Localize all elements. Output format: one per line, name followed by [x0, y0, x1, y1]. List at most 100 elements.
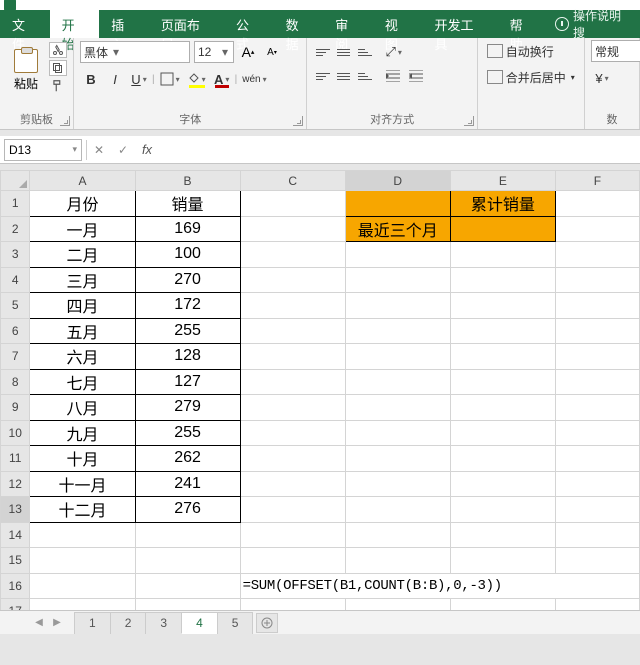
sheet-tab-1[interactable]: 1 — [74, 612, 111, 634]
cell-A14[interactable] — [30, 522, 135, 548]
sheet-nav-next[interactable]: ▶ — [48, 614, 66, 632]
cell-D8[interactable] — [345, 369, 450, 395]
cell-F1[interactable] — [555, 191, 639, 217]
copy-button[interactable] — [49, 60, 67, 76]
col-header-E[interactable]: E — [450, 171, 555, 191]
wrap-text-button[interactable]: 自动换行 — [484, 40, 578, 62]
cell-D12[interactable] — [345, 471, 450, 497]
cell-F2[interactable] — [555, 216, 639, 242]
sheet-tab-5[interactable]: 5 — [217, 612, 254, 634]
col-header-D[interactable]: D — [345, 171, 450, 191]
cell-C5[interactable] — [240, 293, 345, 319]
cell-D10[interactable] — [345, 420, 450, 446]
cell-F17[interactable] — [555, 599, 639, 611]
tab-developer[interactable]: 开发工具 — [422, 10, 497, 38]
cell-C11[interactable] — [240, 446, 345, 472]
cell-E17[interactable] — [450, 599, 555, 611]
cell-C12[interactable] — [240, 471, 345, 497]
cell-D13[interactable] — [345, 497, 450, 523]
cell-E14[interactable] — [450, 522, 555, 548]
cell-E13[interactable] — [450, 497, 555, 523]
row-header-6[interactable]: 6 — [1, 318, 30, 344]
cell-B13[interactable]: 276 — [135, 497, 240, 523]
format-painter-button[interactable] — [49, 78, 67, 94]
cell-E6[interactable] — [450, 318, 555, 344]
align-center-button[interactable] — [334, 66, 354, 86]
col-header-F[interactable]: F — [555, 171, 639, 191]
cell-C4[interactable] — [240, 267, 345, 293]
sheet-nav-prev[interactable]: ◀ — [30, 614, 48, 632]
cell-D17[interactable] — [345, 599, 450, 611]
underline-button[interactable]: U▾ — [128, 68, 150, 90]
cell-C9[interactable] — [240, 395, 345, 421]
merge-center-button[interactable]: 合并后居中▾ — [484, 66, 578, 88]
cell-F7[interactable] — [555, 344, 639, 370]
cell-B10[interactable]: 255 — [135, 420, 240, 446]
cell-A9[interactable]: 八月 — [30, 395, 135, 421]
cell-E1[interactable]: 累计销量 — [450, 191, 555, 217]
align-bottom-button[interactable] — [355, 42, 375, 62]
cell-E12[interactable] — [450, 471, 555, 497]
cell-D5[interactable] — [345, 293, 450, 319]
cell-E15[interactable] — [450, 548, 555, 574]
border-button[interactable]: ▾ — [157, 68, 183, 90]
cell-D11[interactable] — [345, 446, 450, 472]
orientation-button[interactable]: ⤢▾ — [382, 41, 404, 63]
increase-indent-button[interactable] — [405, 65, 427, 87]
cell-C10[interactable] — [240, 420, 345, 446]
cell-C8[interactable] — [240, 369, 345, 395]
cell-F9[interactable] — [555, 395, 639, 421]
cell-F5[interactable] — [555, 293, 639, 319]
cell-B11[interactable]: 262 — [135, 446, 240, 472]
cell-D6[interactable] — [345, 318, 450, 344]
cell-A6[interactable]: 五月 — [30, 318, 135, 344]
row-header-13[interactable]: 13 — [1, 497, 30, 523]
cell-D2[interactable]: 最近三个月 — [345, 216, 450, 242]
col-header-C[interactable]: C — [240, 171, 345, 191]
select-all-corner[interactable] — [1, 171, 30, 191]
insert-function-button[interactable]: fx — [135, 139, 159, 161]
decrease-indent-button[interactable] — [382, 65, 404, 87]
row-header-3[interactable]: 3 — [1, 242, 30, 268]
cell-A5[interactable]: 四月 — [30, 293, 135, 319]
cell-B1[interactable]: 销量 — [135, 191, 240, 217]
row-header-17[interactable]: 17 — [1, 599, 30, 611]
cell-A17[interactable] — [30, 599, 135, 611]
cut-button[interactable] — [49, 42, 67, 58]
cell-B14[interactable] — [135, 522, 240, 548]
row-header-8[interactable]: 8 — [1, 369, 30, 395]
formula-cancel-button[interactable]: ✕ — [87, 139, 111, 161]
cell-B3[interactable]: 100 — [135, 242, 240, 268]
row-header-5[interactable]: 5 — [1, 293, 30, 319]
tab-view[interactable]: 视图 — [373, 10, 423, 38]
cell-A1[interactable]: 月份 — [30, 191, 135, 217]
row-header-11[interactable]: 11 — [1, 446, 30, 472]
cell-F10[interactable] — [555, 420, 639, 446]
cell-D15[interactable] — [345, 548, 450, 574]
row-header-2[interactable]: 2 — [1, 216, 30, 242]
cell-A15[interactable] — [30, 548, 135, 574]
sheet-tab-3[interactable]: 3 — [145, 612, 182, 634]
cell-B12[interactable]: 241 — [135, 471, 240, 497]
cell-A7[interactable]: 六月 — [30, 344, 135, 370]
cell-C3[interactable] — [240, 242, 345, 268]
cell-E11[interactable] — [450, 446, 555, 472]
sheet-tab-4[interactable]: 4 — [181, 612, 218, 634]
accounting-button[interactable]: ¥▾ — [591, 67, 613, 89]
cell-F14[interactable] — [555, 522, 639, 548]
bold-button[interactable]: B — [80, 68, 102, 90]
align-right-button[interactable] — [355, 66, 375, 86]
cell-B5[interactable]: 172 — [135, 293, 240, 319]
formula-input[interactable] — [159, 139, 640, 161]
name-box[interactable]: D13▾ — [4, 139, 82, 161]
tell-me[interactable]: 操作说明搜 — [547, 10, 640, 38]
tab-file[interactable]: 文件 — [0, 10, 50, 38]
cell-D1[interactable] — [345, 191, 450, 217]
font-size-combo[interactable]: 12▾ — [194, 41, 234, 63]
alignment-launcher-icon[interactable] — [464, 116, 474, 126]
cell-A8[interactable]: 七月 — [30, 369, 135, 395]
cell-F4[interactable] — [555, 267, 639, 293]
cell-A12[interactable]: 十一月 — [30, 471, 135, 497]
increase-font-button[interactable]: A▴ — [238, 41, 258, 63]
tab-formulas[interactable]: 公式 — [224, 10, 274, 38]
